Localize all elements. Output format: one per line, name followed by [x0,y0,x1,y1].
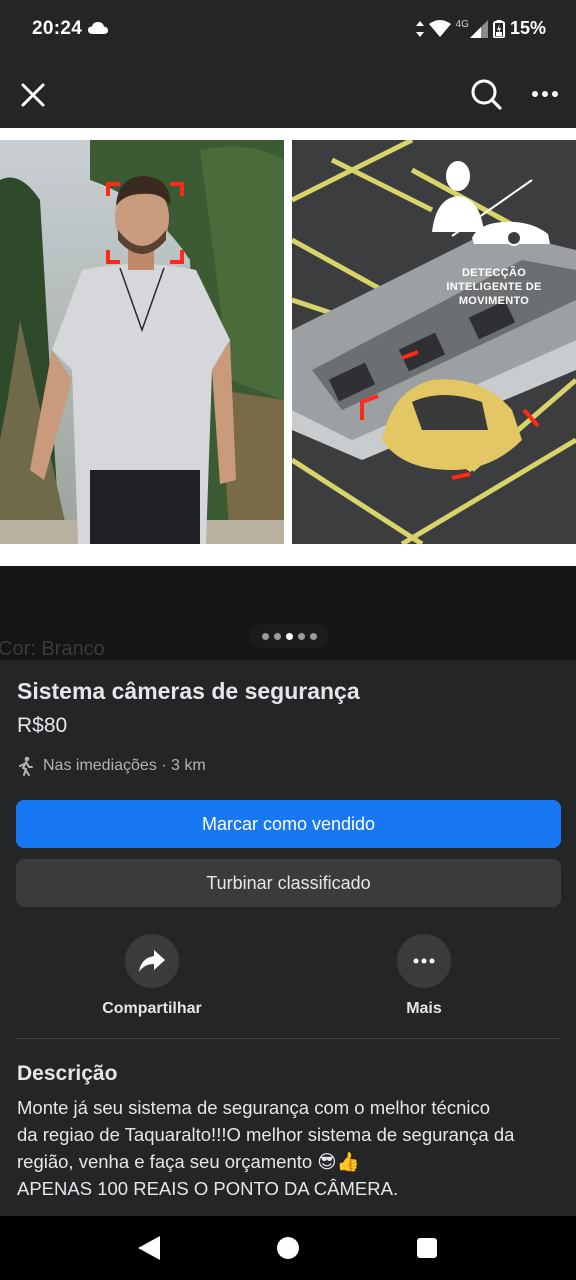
page-dot[interactable] [261,632,269,640]
more-label: Mais [406,1000,442,1017]
recent-apps-icon[interactable] [417,1238,437,1258]
page-dot[interactable] [273,632,281,640]
listing-details: Sistema câmeras de segurança R$80 Nas im… [0,660,576,1216]
share-arrow-icon [139,950,165,972]
mark-as-sold-button[interactable]: Marcar como vendido [16,800,561,848]
signal-icon [469,19,488,38]
location-text: Nas imediações · 3 km [43,757,206,774]
status-indicators: 4G 15% [415,18,546,39]
close-icon[interactable] [18,80,48,110]
boost-listing-button[interactable]: Turbinar classificado [16,859,561,907]
more-dots-icon [413,958,435,964]
back-icon[interactable] [138,1236,160,1260]
share-action[interactable]: Compartilhar [82,934,222,1018]
car-motion-detection-image [292,140,576,544]
walking-person-icon [19,756,33,776]
home-icon[interactable] [277,1237,299,1259]
page-dot[interactable] [309,632,317,640]
listing-photo-gallery[interactable]: DETECÇÃO INTELIGENTE DE MOVIMENTO Cor: B… [0,128,576,660]
battery-icon [492,19,505,38]
description-text: Monte já seu sistema de segurança com o … [17,1097,515,1199]
network-type-label: 4G [455,19,469,30]
more-action[interactable]: Mais [354,934,494,1018]
description-heading: Descrição [17,1062,118,1085]
status-bar: 20:24 4G 15% [0,0,576,60]
top-app-bar [0,60,576,128]
man-face-detection-image [0,140,284,544]
share-button[interactable] [125,934,179,988]
gallery-page-indicator[interactable] [249,624,329,648]
search-icon[interactable] [468,76,504,112]
data-arrows-icon [415,20,424,37]
divider [16,1038,561,1039]
wifi-icon [428,19,451,37]
background-ghost-text: Cor: Branco [0,638,105,660]
listing-title: Sistema câmeras de segurança [17,678,360,704]
system-navigation-bar [0,1216,576,1280]
photo-caption: DETECÇÃO INTELIGENTE DE MOVIMENTO [446,267,542,307]
listing-location: Nas imediações · 3 km [17,756,206,776]
more-button[interactable] [397,934,451,988]
page-dot-active[interactable] [285,632,293,640]
more-options-icon[interactable] [528,82,562,106]
status-time: 20:24 [32,18,83,39]
page-dot[interactable] [297,632,305,640]
listing-photo: DETECÇÃO INTELIGENTE DE MOVIMENTO [0,128,576,566]
battery-percentage: 15% [509,18,546,38]
share-label: Compartilhar [102,1000,202,1017]
cloud-icon [88,22,108,34]
listing-price: R$80 [17,714,68,737]
